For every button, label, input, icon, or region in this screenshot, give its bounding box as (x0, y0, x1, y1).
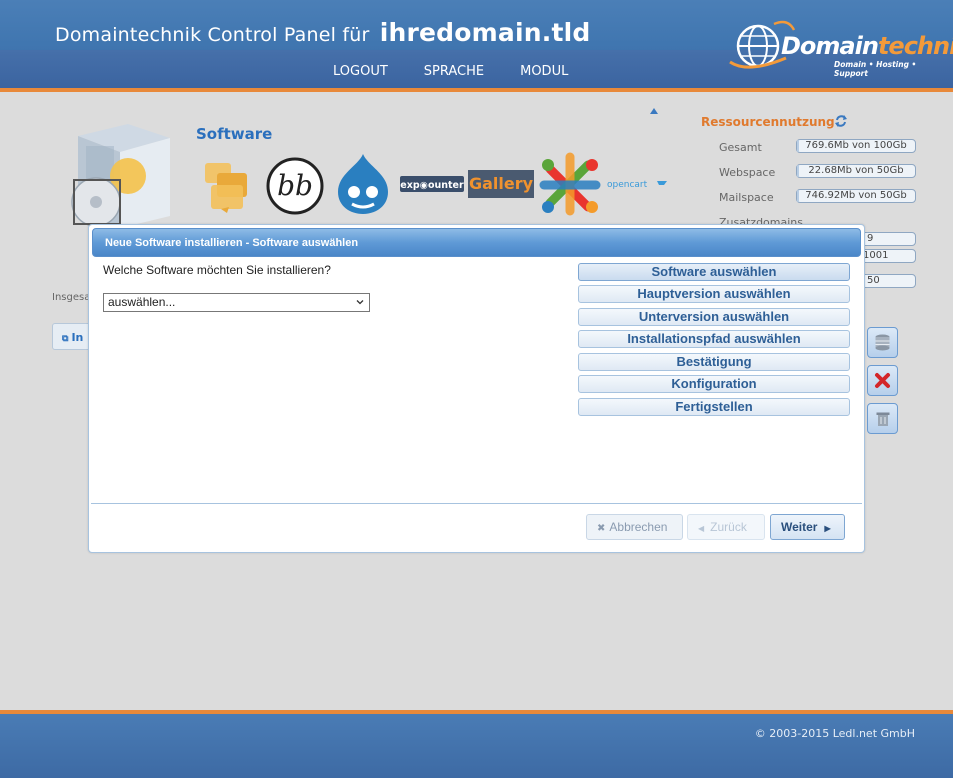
external-link-icon: ⧉ (62, 334, 69, 344)
total-label: Insgesa (52, 292, 91, 303)
gallery-icon[interactable]: Gallery (468, 170, 534, 198)
page-title: Domaintechnik Control Panel für ihredoma… (55, 18, 590, 47)
header: Domaintechnik Control Panel für ihredoma… (0, 0, 953, 88)
res-bar-webspace-fill (797, 165, 799, 177)
opencart-icon[interactable]: opencart (607, 176, 669, 192)
header-accent-line (0, 88, 953, 92)
res-bar-total-fill (797, 140, 799, 152)
step-sub-version[interactable]: Unterversion auswählen (578, 308, 850, 326)
chevron-left-icon: ◀ (698, 524, 705, 533)
drupal-icon[interactable] (334, 152, 392, 216)
step-install-path[interactable]: Installationspfad auswählen (578, 330, 850, 348)
delete-button[interactable] (867, 365, 898, 396)
scroll-up-icon[interactable] (650, 108, 658, 114)
res-label-total: Gesamt (719, 141, 762, 154)
software-heading: Software (196, 125, 273, 143)
res-bar-total: 769.6Mb von 100Gb (796, 139, 916, 153)
back-button[interactable]: ◀ Zurück (687, 514, 765, 540)
svg-text:exp◉ounter: exp◉ounter (400, 180, 464, 191)
copyright-text: © 2003-2015 Ledl.net GmbH (754, 727, 915, 740)
install-software-dialog: Neue Software installieren - Software au… (88, 224, 865, 553)
step-configuration[interactable]: Konfiguration (578, 375, 850, 393)
software-box-icon (71, 124, 170, 228)
cancel-icon: ✖ (597, 523, 606, 534)
svg-text:bb: bb (277, 169, 313, 202)
step-finish[interactable]: Fertigstellen (578, 398, 850, 416)
close-icon (875, 373, 890, 388)
phpbb-icon[interactable] (203, 161, 253, 213)
res-bar-webspace: 22.68Mb von 50Gb (796, 164, 916, 178)
software-select[interactable]: auswählen... (103, 293, 370, 312)
logo-tagline: Domain • Hosting • Support (834, 60, 917, 78)
dialog-divider (91, 503, 862, 504)
resources-heading: Ressourcennutzung (701, 115, 835, 129)
res-label-mailspace: Mailspace (719, 191, 774, 204)
select-value: auswählen... (108, 295, 176, 309)
title-prefix: Domaintechnik Control Panel für (55, 24, 370, 46)
joomla-icon[interactable] (536, 151, 604, 219)
nav-language[interactable]: SPRACHE (424, 64, 484, 79)
step-confirmation[interactable]: Bestätigung (578, 353, 850, 371)
next-button[interactable]: Weiter ▶ (770, 514, 845, 540)
refresh-icon[interactable] (834, 114, 848, 128)
res-bar-mailspace-fill (797, 190, 799, 202)
database-button[interactable] (867, 327, 898, 358)
software-question: Welche Software möchten Sie installieren… (103, 263, 331, 277)
dialog-title: Neue Software installieren - Software au… (105, 237, 359, 249)
logo-wordmark: Domaintechnik (781, 32, 953, 60)
nav-module[interactable]: MODUL (520, 64, 568, 79)
expcounter-icon[interactable]: exp◉ounter (400, 176, 464, 192)
res-bar-mailspace: 746.92Mb von 50Gb (796, 189, 916, 203)
footer: © 2003-2015 Ledl.net GmbH (0, 714, 953, 778)
domain-name: ihredomain.tld (379, 18, 591, 47)
res-label-webspace: Webspace (719, 166, 776, 179)
step-software-select[interactable]: Software auswählen (578, 263, 850, 281)
chevron-down-icon (356, 300, 364, 305)
svg-text:opencart: opencart (607, 180, 648, 190)
domaintechnik-logo[interactable]: Domaintechnik Domain • Hosting • Support (728, 18, 953, 78)
bb-icon[interactable]: bb (266, 157, 324, 215)
step-main-version[interactable]: Hauptversion auswählen (578, 285, 850, 303)
nav-logout[interactable]: LOGOUT (333, 64, 388, 79)
cancel-button[interactable]: ✖ Abbrechen (586, 514, 683, 540)
dialog-titlebar[interactable]: Neue Software installieren - Software au… (92, 228, 861, 257)
svg-text:Gallery: Gallery (469, 174, 534, 193)
main-nav: LOGOUT SPRACHE MODUL (333, 64, 604, 79)
trash-icon (876, 412, 890, 426)
database-icon (875, 334, 890, 351)
chevron-right-icon: ▶ (824, 524, 831, 533)
trash-button[interactable] (867, 403, 898, 434)
